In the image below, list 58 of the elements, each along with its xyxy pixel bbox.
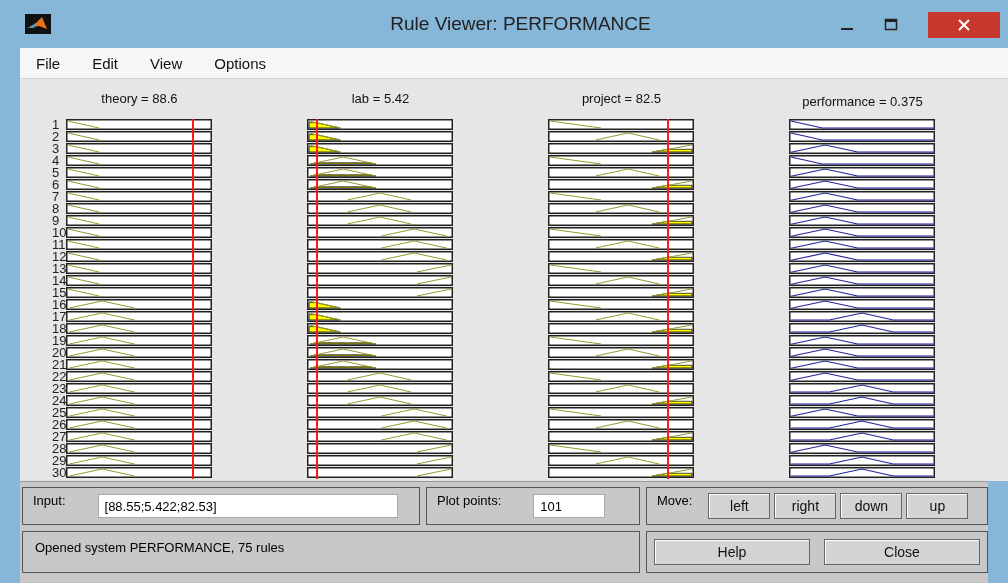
app-icon bbox=[25, 14, 51, 34]
rule-number: 28 bbox=[51, 443, 67, 455]
input-line[interactable] bbox=[192, 119, 194, 479]
rule-number: 17 bbox=[51, 311, 67, 323]
dialog-button[interactable]: Help bbox=[654, 539, 810, 565]
input-field[interactable]: [88.55;5.422;82.53] bbox=[97, 494, 398, 518]
maximize-icon[interactable] bbox=[884, 18, 898, 32]
rule-number: 14 bbox=[51, 275, 67, 287]
input-line[interactable] bbox=[667, 119, 670, 479]
variable-label: project = 82.5 bbox=[580, 90, 663, 108]
window-title: Rule Viewer: PERFORMANCE bbox=[389, 13, 652, 35]
rule-number: 27 bbox=[51, 431, 67, 443]
rule-number: 8 bbox=[51, 203, 61, 215]
close-icon bbox=[958, 19, 970, 31]
plot-points-label: Plot points: bbox=[437, 493, 502, 508]
menu-item[interactable]: View bbox=[150, 54, 183, 72]
input-line[interactable] bbox=[315, 119, 318, 479]
rule-number: 10 bbox=[51, 227, 67, 239]
rule-number: 25 bbox=[51, 407, 67, 419]
rule-number: 3 bbox=[51, 143, 61, 155]
rule-number: 16 bbox=[51, 299, 67, 311]
move-label: Move: bbox=[657, 493, 693, 508]
rule-number: 23 bbox=[51, 383, 67, 395]
variable-label: performance = 0.375 bbox=[801, 93, 924, 111]
status-text: Opened system PERFORMANCE, 75 rules bbox=[35, 540, 285, 555]
move-button[interactable]: up bbox=[906, 493, 969, 519]
rule-number: 9 bbox=[51, 215, 61, 227]
rule-number: 30 bbox=[51, 467, 67, 479]
rule-number: 29 bbox=[51, 455, 67, 467]
close-button[interactable] bbox=[928, 12, 1000, 38]
move-button[interactable]: right bbox=[774, 493, 837, 519]
rule-number: 21 bbox=[51, 359, 67, 371]
menu-item[interactable]: Edit bbox=[92, 54, 119, 72]
variable-label: theory = 88.6 bbox=[100, 90, 179, 108]
rule-number: 7 bbox=[51, 191, 61, 203]
rule-number: 12 bbox=[51, 251, 67, 263]
input-label: Input: bbox=[33, 493, 66, 508]
rule-number: 19 bbox=[51, 335, 67, 347]
rule-number: 5 bbox=[51, 167, 61, 179]
rule-number: 18 bbox=[51, 323, 67, 335]
move-button[interactable]: down bbox=[840, 493, 903, 519]
plot-points-field[interactable]: 101 bbox=[533, 494, 606, 518]
rule-number: 11 bbox=[51, 239, 67, 251]
rule-number: 2 bbox=[51, 131, 61, 143]
rule-number: 1 bbox=[51, 119, 61, 131]
rule-number: 13 bbox=[51, 263, 67, 275]
menu-item[interactable]: Options bbox=[214, 54, 266, 72]
rule-number: 24 bbox=[51, 395, 67, 407]
rule-number: 26 bbox=[51, 419, 67, 431]
rule-number: 6 bbox=[51, 179, 61, 191]
variable-label: lab = 5.42 bbox=[350, 90, 411, 108]
rule-number: 4 bbox=[51, 155, 61, 167]
rule-number: 15 bbox=[51, 287, 67, 299]
dialog-button[interactable]: Close bbox=[824, 539, 980, 565]
rule-number: 20 bbox=[51, 347, 67, 359]
menu-item[interactable]: File bbox=[36, 54, 61, 72]
rule-number: 22 bbox=[51, 371, 67, 383]
move-button[interactable]: left bbox=[708, 493, 771, 519]
